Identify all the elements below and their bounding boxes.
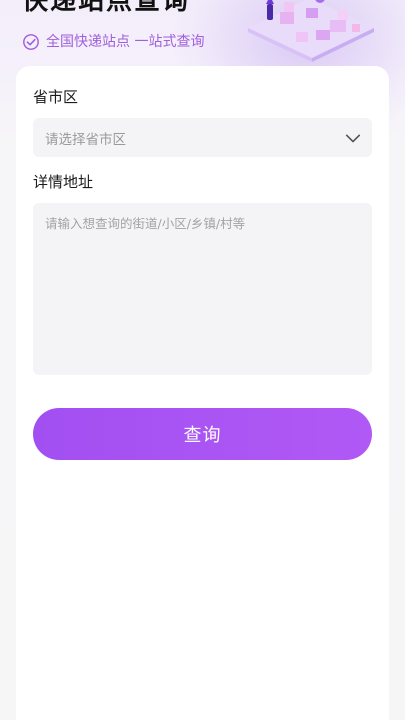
query-button[interactable]: 查询	[33, 408, 372, 460]
page: 快递站点查询 全国快递站点 一站式查询 省市区 请选择省市区 详情地址 请输入想…	[0, 0, 405, 720]
parcel-station-illustration	[248, 0, 374, 62]
page-title: 快递站点查询	[22, 0, 191, 16]
chevron-down-icon	[345, 133, 361, 142]
region-select[interactable]: 请选择省市区	[33, 118, 372, 157]
subtitle-text: 全国快递站点 一站式查询	[46, 34, 205, 50]
region-placeholder: 请选择省市区	[45, 131, 126, 148]
check-circle-icon	[23, 34, 39, 50]
header-subtitle: 全国快递站点 一站式查询	[22, 32, 204, 52]
region-label: 省市区	[33, 88, 79, 106]
address-label: 详情地址	[33, 173, 94, 191]
query-form-card: 省市区 请选择省市区 详情地址 查询	[16, 66, 389, 720]
address-input[interactable]	[33, 203, 372, 375]
